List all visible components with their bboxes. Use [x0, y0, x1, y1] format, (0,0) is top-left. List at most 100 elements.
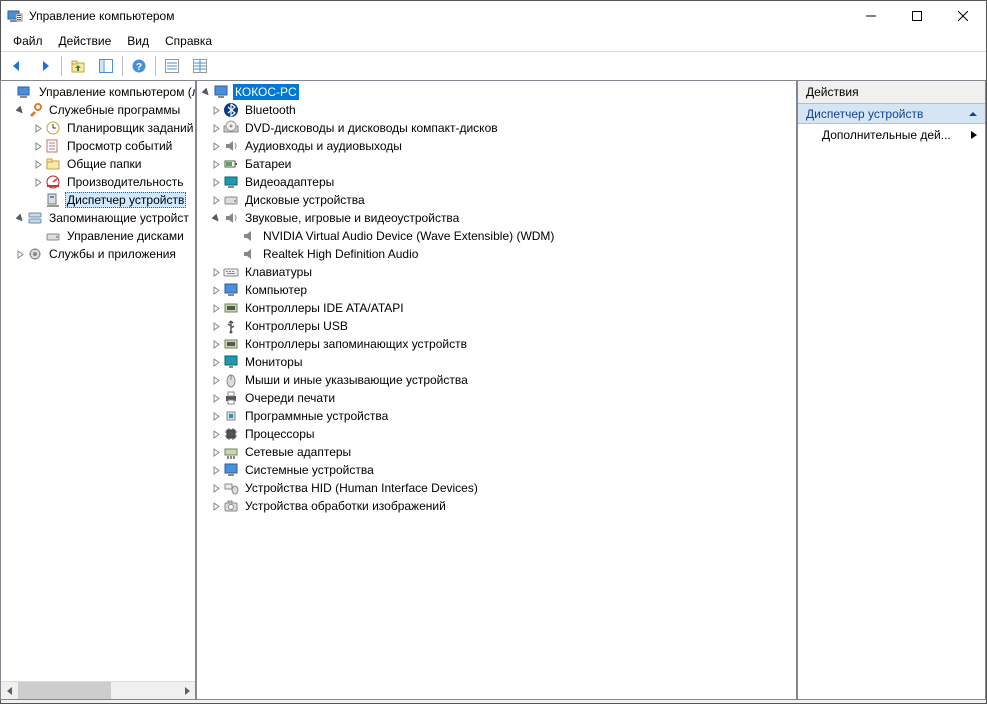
submenu-arrow-icon [971, 131, 977, 139]
help-button[interactable]: ? [126, 53, 152, 79]
collapsed-twisty-icon[interactable] [31, 157, 45, 171]
collapsed-twisty-icon[interactable] [209, 103, 223, 117]
show-hide-tree-button[interactable] [93, 53, 119, 79]
menu-action[interactable]: Действие [51, 32, 120, 50]
up-level-button[interactable] [65, 53, 91, 79]
expanded-twisty-icon[interactable] [13, 103, 27, 117]
collapsed-twisty-icon[interactable] [209, 463, 223, 477]
collapsed-twisty-icon[interactable] [209, 193, 223, 207]
tree-label: Клавиатуры [243, 264, 314, 280]
actions-more[interactable]: Дополнительные дей... [798, 124, 985, 146]
dev-sound[interactable]: Звуковые, игровые и видеоустройства [197, 209, 796, 227]
dev-dvd[interactable]: DVD-дисководы и дисководы компакт-дисков [197, 119, 796, 137]
minimize-button[interactable] [848, 1, 894, 31]
dev-keyboard[interactable]: Клавиатуры [197, 263, 796, 281]
close-button[interactable] [940, 1, 986, 31]
dev-network[interactable]: Сетевые адаптеры [197, 443, 796, 461]
tree-shared-folders[interactable]: Общие папки [1, 155, 195, 173]
dev-bluetooth[interactable]: Bluetooth [197, 101, 796, 119]
dev-monitor[interactable]: Мониторы [197, 353, 796, 371]
scroll-track[interactable] [18, 682, 178, 699]
dev-print-queue[interactable]: Очереди печати [197, 389, 796, 407]
dev-usb[interactable]: Контроллеры USB [197, 317, 796, 335]
horizontal-scrollbar[interactable] [1, 681, 195, 699]
dev-disk-drives[interactable]: Дисковые устройства [197, 191, 796, 209]
dev-sound-realtek[interactable]: Realtek High Definition Audio [197, 245, 796, 263]
dev-computer[interactable]: Компьютер [197, 281, 796, 299]
collapsed-twisty-icon[interactable] [31, 121, 45, 135]
tree-root[interactable]: Управление компьютером (л [1, 83, 195, 101]
tree-storage[interactable]: Запоминающие устройст [1, 209, 195, 227]
scroll-thumb[interactable] [18, 682, 111, 699]
scroll-right-icon[interactable] [178, 682, 195, 699]
menu-help[interactable]: Справка [157, 32, 220, 50]
device-tree[interactable]: КОКОС-PC Bluetooth DVD-дисководы и диско… [197, 81, 796, 699]
camera-icon [223, 498, 239, 514]
collapsed-twisty-icon[interactable] [209, 337, 223, 351]
disk-icon [45, 228, 61, 244]
dev-root[interactable]: КОКОС-PC [197, 83, 796, 101]
list-view-button[interactable] [159, 53, 185, 79]
dev-mouse[interactable]: Мыши и иные указывающие устройства [197, 371, 796, 389]
dev-imaging[interactable]: Устройства обработки изображений [197, 497, 796, 515]
collapsed-twisty-icon[interactable] [209, 175, 223, 189]
dev-cpu[interactable]: Процессоры [197, 425, 796, 443]
collapsed-twisty-icon[interactable] [209, 445, 223, 459]
tree-services-apps[interactable]: Службы и приложения [1, 245, 195, 263]
collapsed-twisty-icon[interactable] [209, 409, 223, 423]
collapsed-twisty-icon[interactable] [209, 481, 223, 495]
collapsed-twisty-icon[interactable] [209, 301, 223, 315]
collapsed-twisty-icon[interactable] [209, 427, 223, 441]
collapsed-twisty-icon[interactable] [31, 175, 45, 189]
detail-view-button[interactable] [187, 53, 213, 79]
dev-software[interactable]: Программные устройства [197, 407, 796, 425]
console-tree[interactable]: Управление компьютером (л Служебные прог… [1, 81, 195, 681]
menu-view[interactable]: Вид [119, 32, 157, 50]
dev-storage-ctl[interactable]: Контроллеры запоминающих устройств [197, 335, 796, 353]
tree-label: Системные устройства [243, 462, 376, 478]
tree-performance[interactable]: Производительность [1, 173, 195, 191]
dev-audio-io[interactable]: Аудиовходы и аудиовыходы [197, 137, 796, 155]
collapsed-twisty-icon[interactable] [31, 139, 45, 153]
toolbar-separator [61, 56, 62, 76]
dev-system[interactable]: Системные устройства [197, 461, 796, 479]
collapsed-twisty-icon[interactable] [13, 247, 27, 261]
collapsed-twisty-icon[interactable] [209, 373, 223, 387]
collapse-icon[interactable] [969, 110, 977, 118]
maximize-button[interactable] [894, 1, 940, 31]
expanded-twisty-icon[interactable] [199, 85, 213, 99]
tree-device-manager[interactable]: Диспетчер устройств [1, 191, 195, 209]
dev-display[interactable]: Видеоадаптеры [197, 173, 796, 191]
collapsed-twisty-icon[interactable] [209, 139, 223, 153]
tree-disk-management[interactable]: Управление дисками [1, 227, 195, 245]
menu-file[interactable]: Файл [5, 32, 51, 50]
dev-sound-nvidia[interactable]: NVIDIA Virtual Audio Device (Wave Extens… [197, 227, 796, 245]
scroll-left-icon[interactable] [1, 682, 18, 699]
battery-icon [223, 156, 239, 172]
dev-ide[interactable]: Контроллеры IDE ATA/ATAPI [197, 299, 796, 317]
tree-system-tools[interactable]: Служебные программы [1, 101, 195, 119]
collapsed-twisty-icon[interactable] [209, 355, 223, 369]
collapsed-twisty-icon[interactable] [209, 391, 223, 405]
tree-label: Устройства обработки изображений [243, 498, 448, 514]
device-manager-icon [45, 192, 61, 208]
expanded-twisty-icon[interactable] [209, 211, 223, 225]
collapsed-twisty-icon[interactable] [209, 121, 223, 135]
usb-icon [223, 318, 239, 334]
nav-back-button[interactable] [4, 53, 30, 79]
collapsed-twisty-icon[interactable] [209, 157, 223, 171]
collapsed-twisty-icon[interactable] [209, 319, 223, 333]
tree-task-scheduler[interactable]: Планировщик заданий [1, 119, 195, 137]
dev-battery[interactable]: Батареи [197, 155, 796, 173]
dev-hid[interactable]: Устройства HID (Human Interface Devices) [197, 479, 796, 497]
performance-icon [45, 174, 61, 190]
tree-label: Планировщик заданий [65, 120, 195, 136]
expanded-twisty-icon[interactable] [13, 211, 27, 225]
nav-forward-button[interactable] [32, 53, 58, 79]
collapsed-twisty-icon[interactable] [209, 265, 223, 279]
actions-subheader[interactable]: Диспетчер устройств [798, 103, 985, 124]
collapsed-twisty-icon[interactable] [209, 499, 223, 513]
collapsed-twisty-icon[interactable] [209, 283, 223, 297]
tree-event-viewer[interactable]: Просмотр событий [1, 137, 195, 155]
actions-pane: Действия Диспетчер устройств Дополнитель… [797, 80, 986, 700]
